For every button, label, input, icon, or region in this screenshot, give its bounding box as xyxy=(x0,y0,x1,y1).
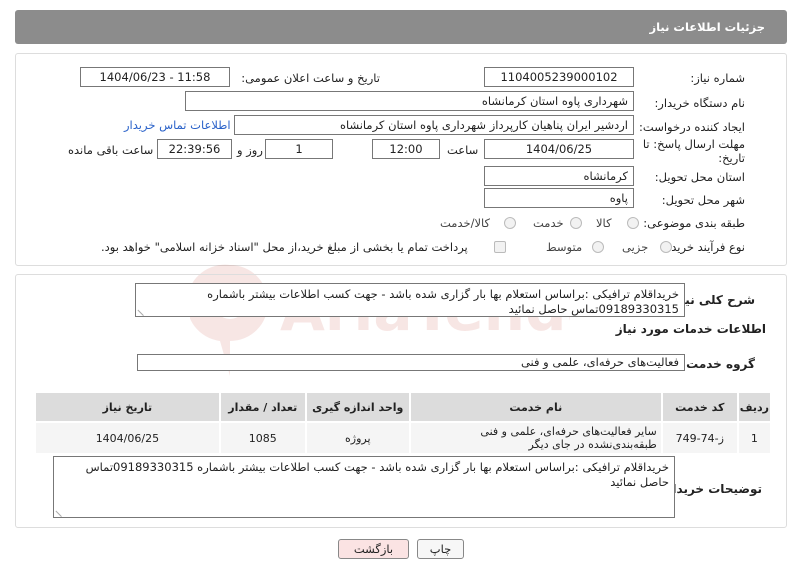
cell-need-date: 1404/06/25 xyxy=(34,421,221,455)
province-field[interactable]: کرمانشاه xyxy=(484,166,634,186)
category-radio-service[interactable] xyxy=(570,217,582,229)
page-title: جزئیات اطلاعات نیاز xyxy=(649,20,765,34)
col-header-code: کد خدمت xyxy=(660,391,739,423)
process-minor-label: جزیی xyxy=(622,240,649,254)
col-header-date: تاریخ نیاز xyxy=(34,391,221,423)
service-group-field[interactable]: فعالیت‌های حرفه‌ای، علمی و فنی xyxy=(137,354,685,371)
buyer-notes-label: توضیحات خریدار: xyxy=(660,482,762,496)
buyer-notes-textarea[interactable]: خریداقلام ترافیکی :براساس استعلام بها با… xyxy=(53,456,675,518)
deadline-time-field[interactable]: 12:00 xyxy=(372,139,440,159)
announce-field[interactable]: 1404/06/23 - 11:58 xyxy=(80,67,230,87)
creator-label: ایجاد کننده درخواست: xyxy=(639,120,745,134)
services-table: ردیف کد خدمت نام خدمت واحد اندازه گیری ت… xyxy=(34,391,773,455)
city-field[interactable]: پاوه xyxy=(484,188,634,208)
process-radio-minor[interactable] xyxy=(660,241,672,253)
cell-row-number: 1 xyxy=(736,421,773,455)
back-button[interactable]: بازگشت xyxy=(338,539,409,559)
summary-textarea[interactable]: خریداقلام ترافیکی :براساس استعلام بها با… xyxy=(135,283,685,317)
need-number-label: شماره نیاز: xyxy=(690,71,745,85)
need-number-field[interactable]: 1104005239000102 xyxy=(484,67,634,87)
deadline-date-field[interactable]: 1404/06/25 xyxy=(484,139,634,159)
summary-text: خریداقلام ترافیکی :براساس استعلام بها با… xyxy=(207,287,679,316)
process-label: نوع فرآیند خرید : xyxy=(663,240,745,254)
days-field[interactable]: 1 xyxy=(265,139,333,159)
buyer-notes-text: خریداقلام ترافیکی :براساس استعلام بها با… xyxy=(85,460,669,489)
col-header-name: نام خدمت xyxy=(408,391,663,423)
announce-label: تاریخ و ساعت اعلان عمومی: xyxy=(241,71,380,85)
services-title: اطلاعات خدمات مورد نیاز xyxy=(615,322,766,336)
contact-info-link[interactable]: اطلاعات تماس خریدار xyxy=(124,118,231,132)
city-label: شهر محل تحویل: xyxy=(661,193,745,207)
province-label: استان محل تحویل: xyxy=(654,170,745,184)
category-radio-goods-service[interactable] xyxy=(504,217,516,229)
category-goods-label: کالا xyxy=(596,216,612,230)
buyer-org-field[interactable]: شهرداری پاوه استان کرمانشاه xyxy=(185,91,634,111)
days-label: روز و xyxy=(237,143,263,157)
buyer-org-label: نام دستگاه خریدار: xyxy=(654,96,745,110)
deadline-time-label: ساعت xyxy=(447,143,479,157)
col-header-unit: واحد اندازه گیری xyxy=(304,391,411,423)
table-row: 1 ز-74-749 سایر فعالیت‌های حرفه‌ای، علمی… xyxy=(34,421,773,455)
cell-service-code: ز-74-749 xyxy=(660,421,739,455)
process-radio-medium[interactable] xyxy=(592,241,604,253)
remaining-label: ساعت باقی مانده xyxy=(68,143,154,157)
print-button[interactable]: چاپ xyxy=(417,539,464,559)
remaining-time-field[interactable]: 22:39:56 xyxy=(157,139,232,159)
category-label: طبقه بندی موضوعی: xyxy=(643,216,745,230)
resize-handle-icon[interactable] xyxy=(137,303,150,316)
category-radio-goods[interactable] xyxy=(627,217,639,229)
resize-handle-icon[interactable] xyxy=(55,504,68,517)
deadline-label-date: تاریخ: xyxy=(718,151,745,165)
panel-header: جزئیات اطلاعات نیاز xyxy=(15,10,787,44)
cell-service-name: سایر فعالیت‌های حرفه‌ای، علمی و فنی طبقه… xyxy=(408,421,663,455)
category-goods-service-label: کالا/خدمت xyxy=(440,216,491,230)
col-header-qty: تعداد / مقدار xyxy=(218,391,307,423)
deadline-label: مهلت ارسال پاسخ: تا xyxy=(642,137,745,151)
col-header-row: ردیف xyxy=(736,391,773,423)
cell-quantity: 1085 xyxy=(218,421,307,455)
cell-unit: پروژه xyxy=(304,421,411,455)
category-service-label: خدمت xyxy=(533,216,564,230)
service-group-label: گروه خدمت: xyxy=(681,357,755,371)
creator-field[interactable]: اردشیر ایران پناهیان کارپرداز شهرداری پا… xyxy=(234,115,634,135)
